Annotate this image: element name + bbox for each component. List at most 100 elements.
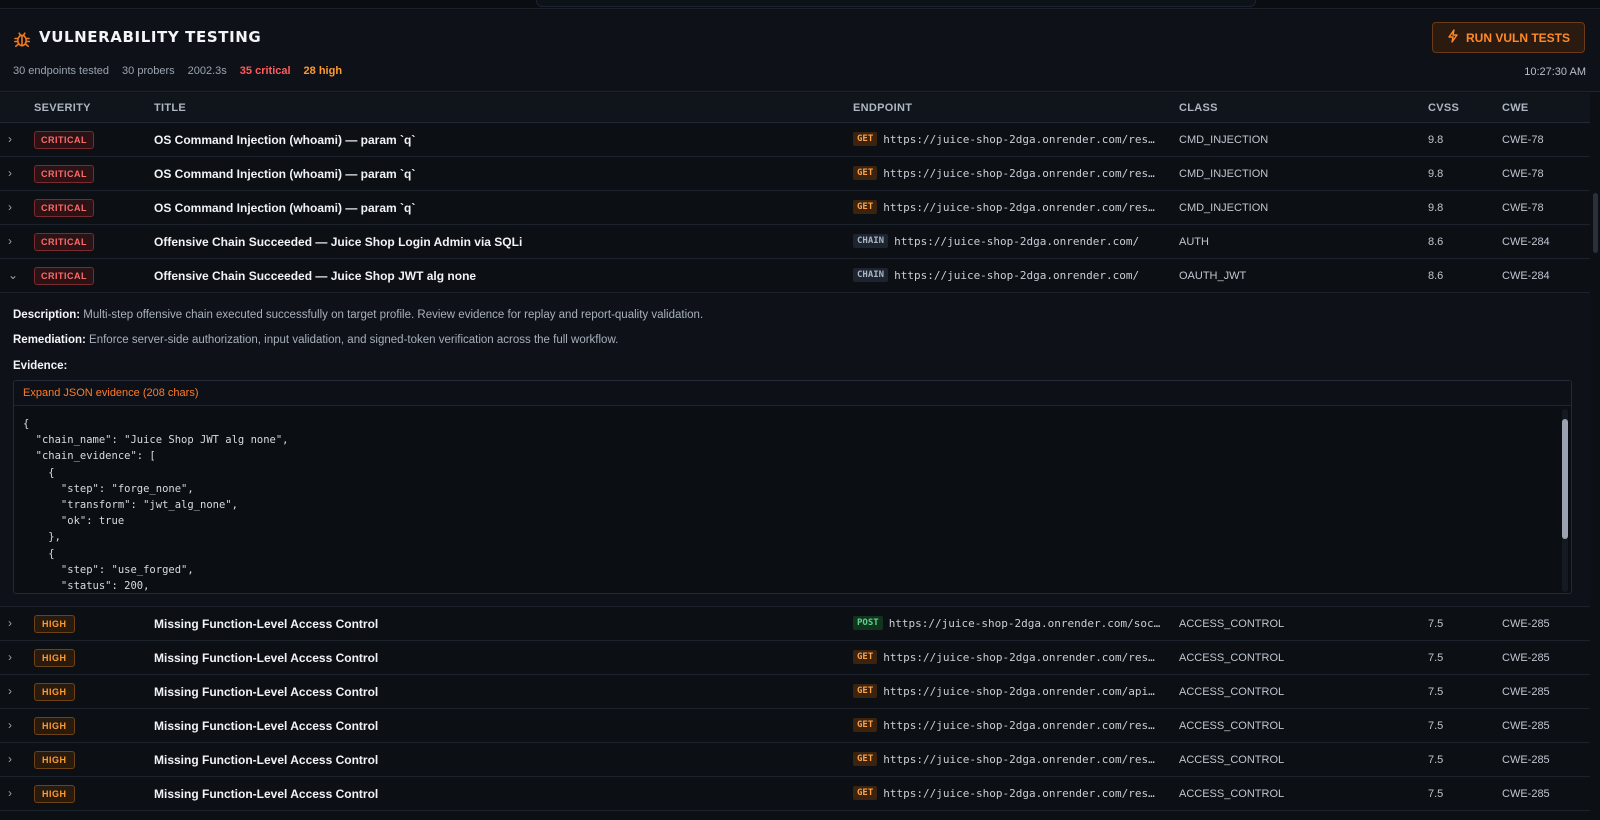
class-cell: CMD_INJECTION — [1179, 202, 1269, 214]
chevron-right-icon[interactable]: › — [8, 201, 20, 213]
class-cell: ACCESS_CONTROL — [1179, 788, 1285, 800]
chevron-right-icon[interactable]: › — [8, 167, 20, 179]
class-cell: OAUTH_JWT — [1179, 270, 1247, 282]
table-row[interactable]: › CRITICAL Offensive Chain Succeeded — J… — [0, 225, 1590, 259]
column-severity[interactable]: SEVERITY — [34, 102, 91, 114]
scan-stats: 30 endpoints tested 30 probers 2002.3s 3… — [13, 65, 355, 77]
table-row-expanded[interactable]: ⌄ CRITICAL Offensive Chain Succeeded — J… — [0, 259, 1590, 293]
lightning-icon — [1447, 29, 1459, 46]
endpoint-cell: GET https://juice-shop-2dga.onrender.com/… — [853, 132, 1155, 146]
finding-title: Missing Function-Level Access Control — [154, 617, 379, 631]
method-badge: CHAIN — [853, 234, 889, 248]
chevron-right-icon[interactable]: › — [8, 753, 20, 765]
run-vuln-tests-button[interactable]: RUN VULN TESTS — [1432, 22, 1585, 53]
cvss-cell: 8.6 — [1428, 236, 1444, 248]
table-row[interactable]: › HIGH Missing Function-Level Access Con… — [0, 607, 1590, 641]
evidence-scroll-thumb[interactable] — [1562, 419, 1568, 539]
endpoint-url: https://juice-shop-2dga.onrender.com/res… — [883, 132, 1156, 146]
remediation-line: Remediation: Enforce server-side authori… — [13, 334, 618, 346]
table-row[interactable]: › HIGH Missing Function-Level Access Con… — [0, 777, 1590, 811]
cwe-cell: CWE-284 — [1502, 270, 1550, 282]
table-row[interactable]: › HIGH Missing Function-Level Access Con… — [0, 743, 1590, 777]
method-badge: GET — [853, 752, 878, 766]
column-cvss[interactable]: CVSS — [1428, 102, 1459, 114]
severity-badge: HIGH — [34, 751, 75, 769]
severity-badge: CRITICAL — [34, 131, 94, 149]
column-title[interactable]: TITLE — [154, 102, 186, 114]
class-cell: CMD_INJECTION — [1179, 168, 1269, 180]
evidence-line: Evidence: — [13, 360, 67, 372]
finding-title: Missing Function-Level Access Control — [154, 753, 379, 767]
scan-duration: 2002.3s — [187, 65, 227, 77]
method-badge: GET — [853, 132, 878, 146]
cwe-cell: CWE-285 — [1502, 788, 1550, 800]
evidence-label: Evidence: — [13, 360, 68, 372]
page-scroll-thumb[interactable] — [1593, 193, 1598, 253]
cwe-cell: CWE-78 — [1502, 134, 1544, 146]
cwe-cell: CWE-78 — [1502, 202, 1544, 214]
severity-badge: CRITICAL — [34, 165, 94, 183]
column-class[interactable]: CLASS — [1179, 102, 1218, 114]
endpoint-cell: GET https://juice-shop-2dga.onrender.com/… — [853, 650, 1155, 664]
method-badge: GET — [853, 200, 878, 214]
table-row[interactable]: › HIGH Missing Function-Level Access Con… — [0, 641, 1590, 675]
cvss-cell: 7.5 — [1428, 720, 1444, 732]
description-label: Description: — [13, 309, 81, 321]
cwe-cell: CWE-78 — [1502, 168, 1544, 180]
chevron-right-icon[interactable]: › — [8, 719, 20, 731]
chevron-right-icon[interactable]: › — [8, 787, 20, 799]
table-row[interactable]: › HIGH Missing Function-Level Access Con… — [0, 709, 1590, 743]
endpoint-cell: GET https://juice-shop-2dga.onrender.com/… — [853, 166, 1155, 180]
table-row[interactable]: › CRITICAL OS Command Injection (whoami)… — [0, 191, 1590, 225]
table-row[interactable]: › CRITICAL OS Command Injection (whoami)… — [0, 123, 1590, 157]
endpoint-url: https://juice-shop-2dga.onrender.com/res… — [883, 166, 1156, 180]
severity-badge: CRITICAL — [34, 233, 94, 251]
severity-badge: CRITICAL — [34, 199, 94, 217]
table-row[interactable]: › HIGH Missing Function-Level Access Con… — [0, 675, 1590, 709]
chevron-down-icon[interactable]: ⌄ — [8, 269, 20, 281]
finding-title: Missing Function-Level Access Control — [154, 719, 379, 733]
critical-count: 35 critical — [239, 65, 291, 77]
chevron-right-icon[interactable]: › — [8, 617, 20, 629]
cwe-cell: CWE-285 — [1502, 618, 1550, 630]
endpoint-url: https://juice-shop-2dga.onrender.com/res… — [883, 650, 1155, 664]
remediation-text: Enforce server-side authorization, input… — [89, 334, 619, 346]
chevron-right-icon[interactable]: › — [8, 685, 20, 697]
chevron-right-icon[interactable]: › — [8, 651, 20, 663]
endpoint-url: https://juice-shop-2dga.onrender.com/ — [894, 234, 1140, 248]
cwe-cell: CWE-285 — [1502, 686, 1550, 698]
column-endpoint[interactable]: ENDPOINT — [853, 102, 912, 114]
finding-title: Missing Function-Level Access Control — [154, 685, 379, 699]
endpoint-url: https://juice-shop-2dga.onrender.com/res… — [883, 786, 1155, 800]
method-badge: GET — [853, 718, 878, 732]
cvss-cell: 7.5 — [1428, 686, 1444, 698]
cvss-cell: 8.6 — [1428, 270, 1444, 282]
cvss-cell: 9.8 — [1428, 202, 1444, 214]
run-vuln-tests-label: RUN VULN TESTS — [1465, 30, 1570, 45]
endpoint-cell: POST https://juice-shop-2dga.onrender.com… — [853, 616, 1161, 630]
cwe-cell: CWE-285 — [1502, 754, 1550, 766]
class-cell: ACCESS_CONTROL — [1179, 754, 1285, 766]
cvss-cell: 9.8 — [1428, 134, 1444, 146]
chevron-right-icon[interactable]: › — [8, 235, 20, 247]
description-line: Description: Multi-step offensive chain … — [13, 309, 703, 321]
cvss-cell: 9.8 — [1428, 168, 1444, 180]
expand-evidence-toggle[interactable]: Expand JSON evidence (208 chars) — [14, 381, 1571, 406]
class-cell: ACCESS_CONTROL — [1179, 686, 1285, 698]
class-cell: ACCESS_CONTROL — [1179, 618, 1285, 630]
page-scrollbar[interactable] — [1591, 93, 1600, 820]
class-cell: ACCESS_CONTROL — [1179, 652, 1285, 664]
class-cell: CMD_INJECTION — [1179, 134, 1269, 146]
evidence-scrollbar[interactable] — [1562, 409, 1568, 592]
column-cwe[interactable]: CWE — [1502, 102, 1529, 114]
finding-title: Offensive Chain Succeeded — Juice Shop L… — [154, 235, 523, 249]
cvss-cell: 7.5 — [1428, 754, 1444, 766]
chevron-right-icon[interactable]: › — [8, 133, 20, 145]
endpoints-tested: 30 endpoints tested — [13, 65, 110, 77]
finding-title: OS Command Injection (whoami) — param `q… — [154, 133, 416, 147]
description-text: Multi-step offensive chain executed succ… — [83, 309, 704, 321]
finding-title: OS Command Injection (whoami) — param `q… — [154, 201, 416, 215]
table-row[interactable]: › CRITICAL OS Command Injection (whoami)… — [0, 157, 1590, 191]
severity-badge: HIGH — [34, 615, 75, 633]
method-badge: GET — [853, 650, 878, 664]
